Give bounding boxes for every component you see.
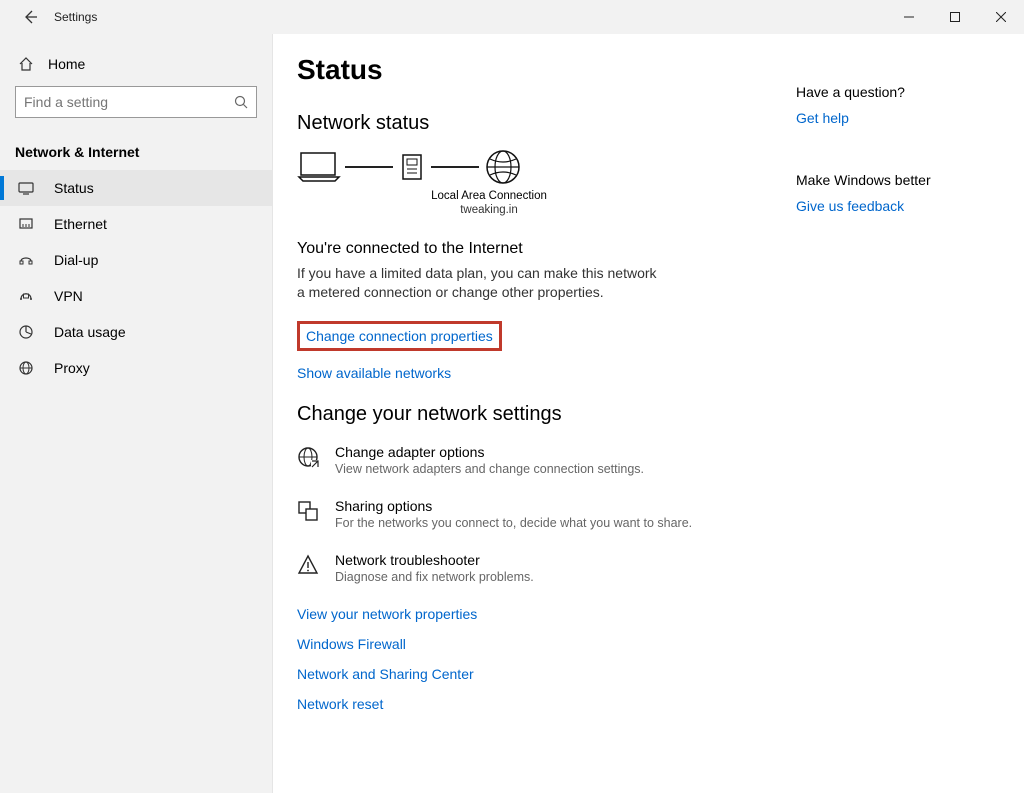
sharing-icon xyxy=(297,498,321,530)
sidebar: Home Network & Internet Status Ethernet xyxy=(0,34,273,793)
option-desc: Diagnose and fix network problems. xyxy=(335,570,534,584)
option-sharing[interactable]: Sharing options For the networks you con… xyxy=(297,498,796,530)
ethernet-icon xyxy=(18,216,38,232)
titlebar: Settings xyxy=(0,0,1024,34)
home-icon xyxy=(18,56,34,72)
improve-heading: Make Windows better xyxy=(796,172,996,188)
option-troubleshooter[interactable]: Network troubleshooter Diagnose and fix … xyxy=(297,552,796,584)
show-available-networks-link[interactable]: Show available networks xyxy=(297,365,451,381)
minimize-button[interactable] xyxy=(886,0,932,34)
help-panel: Have a question? Get help Make Windows b… xyxy=(796,54,996,793)
router-icon xyxy=(397,149,427,185)
connection-label: Local Area Connection tweaking.in xyxy=(297,189,567,218)
network-sharing-center-link[interactable]: Network and Sharing Center xyxy=(297,666,474,682)
windows-firewall-link[interactable]: Windows Firewall xyxy=(297,636,406,652)
option-title: Network troubleshooter xyxy=(335,552,534,568)
app-title: Settings xyxy=(54,10,97,24)
nav-ethernet[interactable]: Ethernet xyxy=(0,206,272,242)
connected-body: If you have a limited data plan, you can… xyxy=(297,264,657,303)
nav-data-usage[interactable]: Data usage xyxy=(0,314,272,350)
question-heading: Have a question? xyxy=(796,84,996,100)
close-button[interactable] xyxy=(978,0,1024,34)
change-settings-heading: Change your network settings xyxy=(297,403,796,426)
diagram-line xyxy=(431,166,479,168)
globe-icon xyxy=(483,147,523,187)
view-network-properties-link[interactable]: View your network properties xyxy=(297,606,477,622)
nav-label: Ethernet xyxy=(54,216,107,232)
connection-domain: tweaking.in xyxy=(419,203,559,217)
network-diagram xyxy=(297,147,796,187)
change-connection-properties-link[interactable]: Change connection properties xyxy=(306,328,493,344)
option-adapter[interactable]: Change adapter options View network adap… xyxy=(297,444,796,476)
main-content: Status Network status Local Area Connect… xyxy=(273,34,1024,793)
nav-label: Data usage xyxy=(54,324,126,340)
proxy-icon xyxy=(18,360,38,376)
vpn-icon xyxy=(18,288,38,304)
highlighted-link-box: Change connection properties xyxy=(297,321,502,351)
home-nav[interactable]: Home xyxy=(0,42,272,86)
search-input[interactable] xyxy=(24,94,234,110)
feedback-link[interactable]: Give us feedback xyxy=(796,198,904,214)
troubleshooter-icon xyxy=(297,552,321,584)
window-controls xyxy=(886,0,1024,34)
option-desc: For the networks you connect to, decide … xyxy=(335,516,692,530)
get-help-link[interactable]: Get help xyxy=(796,110,849,126)
home-label: Home xyxy=(48,56,85,72)
page-title: Status xyxy=(297,54,796,86)
nav-status[interactable]: Status xyxy=(0,170,272,206)
data-usage-icon xyxy=(18,324,38,340)
nav-vpn[interactable]: VPN xyxy=(0,278,272,314)
network-status-heading: Network status xyxy=(297,112,796,135)
option-desc: View network adapters and change connect… xyxy=(335,462,644,476)
nav-proxy[interactable]: Proxy xyxy=(0,350,272,386)
back-button[interactable] xyxy=(18,5,42,29)
nav-label: Dial-up xyxy=(54,252,98,268)
connected-heading: You're connected to the Internet xyxy=(297,240,796,258)
nav-label: Proxy xyxy=(54,360,90,376)
option-title: Sharing options xyxy=(335,498,692,514)
network-reset-link[interactable]: Network reset xyxy=(297,696,383,712)
search-box[interactable] xyxy=(15,86,257,118)
status-icon xyxy=(18,180,38,196)
option-title: Change adapter options xyxy=(335,444,644,460)
pc-icon xyxy=(297,149,341,185)
category-label: Network & Internet xyxy=(0,130,272,170)
dialup-icon xyxy=(18,252,38,268)
nav-dialup[interactable]: Dial-up xyxy=(0,242,272,278)
nav-label: Status xyxy=(54,180,94,196)
maximize-button[interactable] xyxy=(932,0,978,34)
search-icon xyxy=(234,95,248,109)
adapter-icon xyxy=(297,444,321,476)
nav-label: VPN xyxy=(54,288,83,304)
diagram-line xyxy=(345,166,393,168)
connection-name: Local Area Connection xyxy=(419,189,559,203)
